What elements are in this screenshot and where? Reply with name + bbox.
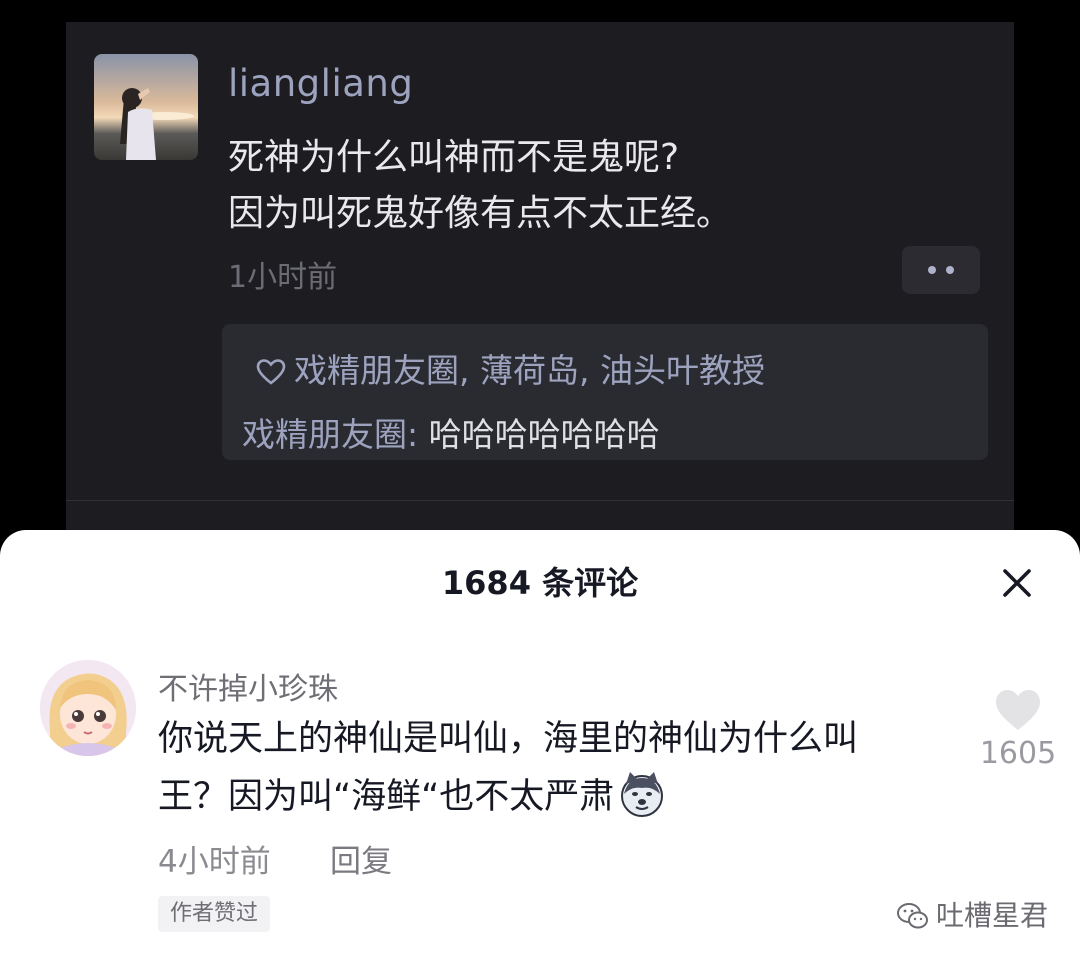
doge-emoji-icon xyxy=(618,770,666,818)
close-icon xyxy=(1003,569,1031,597)
reply-text: 哈哈哈哈哈哈哈 xyxy=(428,415,660,454)
post-text: 死神为什么叫神而不是鬼呢? 因为叫死鬼好像有点不太正经。 xyxy=(228,130,988,242)
post-text-line: 因为叫死鬼好像有点不太正经。 xyxy=(228,193,733,234)
post-avatar[interactable] xyxy=(94,54,198,160)
like-count: 1605 xyxy=(979,736,1057,771)
heart-outline-icon xyxy=(256,355,286,394)
reply-button[interactable]: 回复 xyxy=(330,836,392,881)
watermark-label: 吐槽星君 xyxy=(936,899,1049,932)
like-button[interactable] xyxy=(994,688,1042,732)
post-username[interactable]: liangliang xyxy=(228,62,413,105)
reply-username[interactable]: 戏精朋友圈 xyxy=(242,415,407,454)
comment-time: 4小时前 xyxy=(158,844,271,880)
watermark: 吐槽星君 xyxy=(896,894,1048,934)
more-dot-icon xyxy=(946,266,954,274)
comment-text-line: 你说天上的神仙是叫仙，海里的神仙为什么叫 xyxy=(158,719,859,759)
divider xyxy=(66,500,1014,501)
post-text-line: 死神为什么叫神而不是鬼呢? xyxy=(228,137,680,178)
author-liked-badge: 作者赞过 xyxy=(158,896,271,932)
likes-replies-box: 戏精朋友圈, 薄荷岛, 油头叶教授 戏精朋友圈: 哈哈哈哈哈哈哈 xyxy=(222,324,988,460)
comment-text: 你说天上的神仙是叫仙，海里的神仙为什么叫 王？因为叫“海鲜“也不太严肃 xyxy=(158,710,958,826)
post-time: 1小时前 xyxy=(228,260,338,295)
comment-text-line-2: 王？因为叫“海鲜“也不太严肃 xyxy=(158,768,958,826)
reply-row[interactable]: 戏精朋友圈: 哈哈哈哈哈哈哈 xyxy=(242,408,660,456)
comment-avatar[interactable] xyxy=(40,660,136,756)
comments-count-title: 1684 条评论 xyxy=(441,564,639,602)
reply-separator: : xyxy=(407,415,429,454)
more-button[interactable] xyxy=(902,246,980,294)
likes-names[interactable]: 戏精朋友圈, 薄荷岛, 油头叶教授 xyxy=(294,351,765,390)
likes-row: 戏精朋友圈, 薄荷岛, 油头叶教授 xyxy=(256,344,765,394)
heart-icon xyxy=(996,690,1040,730)
comment-username[interactable]: 不许掉小珍珠 xyxy=(158,664,338,708)
comment-text-line: 王？因为叫“海鲜“也不太严肃 xyxy=(158,777,615,817)
post-card: liangliang 死神为什么叫神而不是鬼呢? 因为叫死鬼好像有点不太正经。 … xyxy=(66,22,1014,562)
close-button[interactable] xyxy=(996,562,1038,604)
comments-sheet: 1684 条评论 不许掉小珍珠 你说天上的神仙是叫仙，海里的神仙为什么叫 王？因… xyxy=(0,530,1080,954)
more-dot-icon xyxy=(928,266,936,274)
wechat-icon xyxy=(896,901,930,931)
